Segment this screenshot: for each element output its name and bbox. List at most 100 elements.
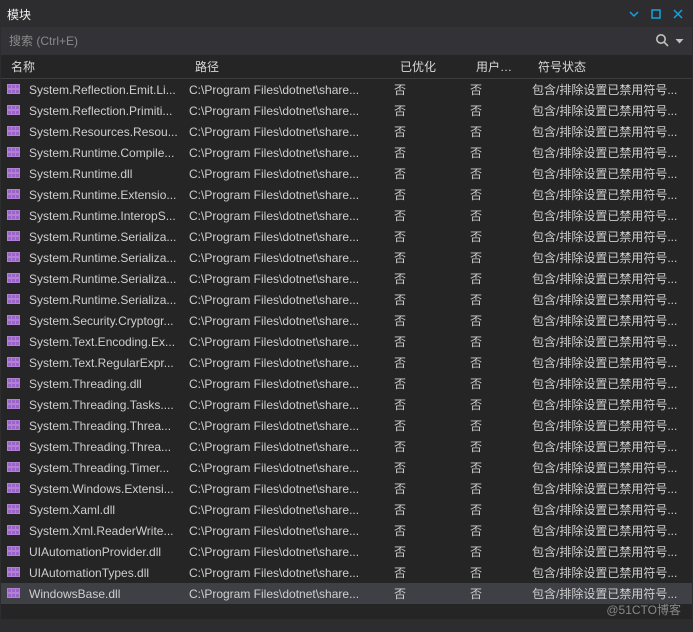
cell-optimized: 否: [390, 144, 466, 161]
cell-path: C:\Program Files\dotnet\share...: [185, 398, 390, 412]
cell-usercode: 否: [466, 81, 528, 98]
table-row[interactable]: System.Runtime.Serializa...C:\Program Fi…: [1, 247, 692, 268]
cell-path: C:\Program Files\dotnet\share...: [185, 587, 390, 601]
table-row[interactable]: System.Runtime.Extensio...C:\Program Fil…: [1, 184, 692, 205]
search-bar: [1, 27, 692, 55]
cell-usercode: 否: [466, 501, 528, 518]
table-row[interactable]: System.Runtime.Serializa...C:\Program Fi…: [1, 289, 692, 310]
cell-path: C:\Program Files\dotnet\share...: [185, 83, 390, 97]
module-list[interactable]: System.Reflection.Emit.Li...C:\Program F…: [1, 79, 692, 619]
cell-optimized: 否: [390, 396, 466, 413]
table-row[interactable]: System.Reflection.Primiti...C:\Program F…: [1, 100, 692, 121]
table-row[interactable]: System.Text.RegularExpr...C:\Program Fil…: [1, 352, 692, 373]
module-icon: [7, 504, 21, 516]
cell-name: System.Text.RegularExpr...: [25, 356, 185, 370]
cell-usercode: 否: [466, 207, 528, 224]
cell-symbolstate: 包含/排除设置已禁用符号...: [528, 438, 692, 455]
cell-path: C:\Program Files\dotnet\share...: [185, 293, 390, 307]
window-close-button[interactable]: [670, 6, 686, 22]
table-row[interactable]: System.Threading.Tasks....C:\Program Fil…: [1, 394, 692, 415]
cell-optimized: 否: [390, 438, 466, 455]
cell-symbolstate: 包含/排除设置已禁用符号...: [528, 249, 692, 266]
module-icon: [7, 252, 21, 264]
cell-optimized: 否: [390, 585, 466, 602]
module-icon: [7, 168, 21, 180]
cell-name: System.Resources.Resou...: [25, 125, 185, 139]
cell-usercode: 否: [466, 333, 528, 350]
table-row[interactable]: System.Runtime.Serializa...C:\Program Fi…: [1, 226, 692, 247]
table-row[interactable]: System.Runtime.Serializa...C:\Program Fi…: [1, 268, 692, 289]
window-dropdown-button[interactable]: [626, 6, 642, 22]
cell-path: C:\Program Files\dotnet\share...: [185, 566, 390, 580]
cell-optimized: 否: [390, 501, 466, 518]
col-header-symbolstate[interactable]: 符号状态: [528, 58, 692, 75]
cell-path: C:\Program Files\dotnet\share...: [185, 146, 390, 160]
cell-optimized: 否: [390, 459, 466, 476]
table-row[interactable]: System.Runtime.Compile...C:\Program File…: [1, 142, 692, 163]
table-row[interactable]: System.Threading.Threa...C:\Program File…: [1, 415, 692, 436]
table-row[interactable]: System.Windows.Extensi...C:\Program File…: [1, 478, 692, 499]
module-icon: [7, 462, 21, 474]
cell-symbolstate: 包含/排除设置已禁用符号...: [528, 459, 692, 476]
bottom-bar: [1, 619, 692, 631]
cell-symbolstate: 包含/排除设置已禁用符号...: [528, 543, 692, 560]
cell-name: System.Threading.Threa...: [25, 440, 185, 454]
column-headers: 名称 路径 已优化 用户代码 符号状态: [1, 55, 692, 79]
cell-usercode: 否: [466, 144, 528, 161]
cell-optimized: 否: [390, 375, 466, 392]
modules-window: 模块 名称 路径 已优化 用户代码 符号状态 System.Reflection…: [0, 0, 693, 632]
cell-path: C:\Program Files\dotnet\share...: [185, 188, 390, 202]
cell-path: C:\Program Files\dotnet\share...: [185, 503, 390, 517]
cell-symbolstate: 包含/排除设置已禁用符号...: [528, 228, 692, 245]
table-row[interactable]: System.Xml.ReaderWrite...C:\Program File…: [1, 520, 692, 541]
table-row[interactable]: UIAutomationProvider.dllC:\Program Files…: [1, 541, 692, 562]
table-row[interactable]: System.Resources.Resou...C:\Program File…: [1, 121, 692, 142]
cell-symbolstate: 包含/排除设置已禁用符号...: [528, 501, 692, 518]
cell-usercode: 否: [466, 564, 528, 581]
module-icon: [7, 105, 21, 117]
cell-optimized: 否: [390, 165, 466, 182]
cell-usercode: 否: [466, 165, 528, 182]
module-icon: [7, 525, 21, 537]
module-icon: [7, 210, 21, 222]
cell-optimized: 否: [390, 522, 466, 539]
cell-name: WindowsBase.dll: [25, 587, 185, 601]
cell-optimized: 否: [390, 417, 466, 434]
table-row[interactable]: System.Xaml.dllC:\Program Files\dotnet\s…: [1, 499, 692, 520]
module-icon: [7, 357, 21, 369]
table-row[interactable]: System.Threading.Timer...C:\Program File…: [1, 457, 692, 478]
cell-path: C:\Program Files\dotnet\share...: [185, 104, 390, 118]
module-icon: [7, 588, 21, 600]
col-header-path[interactable]: 路径: [185, 58, 390, 75]
cell-name: System.Runtime.InteropS...: [25, 209, 185, 223]
table-row[interactable]: System.Runtime.InteropS...C:\Program Fil…: [1, 205, 692, 226]
table-row[interactable]: UIAutomationTypes.dllC:\Program Files\do…: [1, 562, 692, 583]
cell-optimized: 否: [390, 228, 466, 245]
table-row[interactable]: WindowsBase.dllC:\Program Files\dotnet\s…: [1, 583, 692, 604]
cell-path: C:\Program Files\dotnet\share...: [185, 377, 390, 391]
cell-name: System.Threading.Threa...: [25, 419, 185, 433]
table-row[interactable]: System.Security.Cryptogr...C:\Program Fi…: [1, 310, 692, 331]
table-row[interactable]: System.Threading.dllC:\Program Files\dot…: [1, 373, 692, 394]
module-icon: [7, 399, 21, 411]
search-input[interactable]: [9, 34, 649, 48]
module-icon: [7, 567, 21, 579]
module-icon: [7, 315, 21, 327]
col-header-optimized[interactable]: 已优化: [390, 58, 466, 75]
cell-symbolstate: 包含/排除设置已禁用符号...: [528, 102, 692, 119]
cell-usercode: 否: [466, 102, 528, 119]
cell-name: System.Threading.Timer...: [25, 461, 185, 475]
col-header-name[interactable]: 名称: [1, 58, 185, 75]
col-header-usercode[interactable]: 用户代码: [466, 58, 528, 75]
table-row[interactable]: System.Text.Encoding.Ex...C:\Program Fil…: [1, 331, 692, 352]
cell-optimized: 否: [390, 543, 466, 560]
search-dropdown-icon[interactable]: [675, 34, 684, 48]
table-row[interactable]: System.Threading.Threa...C:\Program File…: [1, 436, 692, 457]
cell-optimized: 否: [390, 480, 466, 497]
search-icon[interactable]: [655, 33, 669, 50]
window-maximize-button[interactable]: [648, 6, 664, 22]
table-row[interactable]: System.Runtime.dllC:\Program Files\dotne…: [1, 163, 692, 184]
window-title: 模块: [7, 6, 620, 23]
table-row[interactable]: System.Reflection.Emit.Li...C:\Program F…: [1, 79, 692, 100]
cell-usercode: 否: [466, 228, 528, 245]
